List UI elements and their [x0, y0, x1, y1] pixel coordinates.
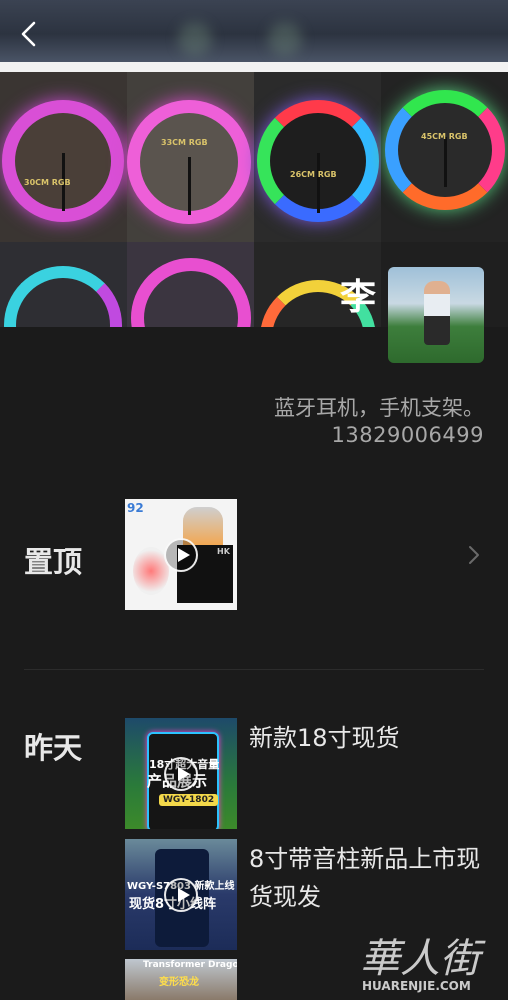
play-icon — [164, 537, 198, 572]
video-thumbnail[interactable]: Transformer Dragon 变形恐龙 — [125, 959, 237, 1000]
ring-light-image — [257, 100, 379, 222]
play-icon — [164, 877, 198, 912]
avatar[interactable] — [388, 267, 484, 363]
cover-tile — [0, 242, 127, 327]
chevron-right-icon[interactable] — [466, 544, 482, 566]
ring-light-image — [385, 90, 505, 210]
play-icon — [164, 756, 198, 791]
cover-tile: 30CM RGB — [0, 72, 127, 242]
profile-phone: 13829006499 — [331, 423, 484, 447]
ring-light-image — [127, 100, 251, 224]
ring-label: 33CM RGB — [161, 138, 208, 147]
svg-text:華人街: 華人街 — [360, 936, 486, 982]
post-title[interactable]: 新款18寸现货 — [249, 719, 489, 757]
post-title[interactable]: 8寸带音柱新品上市现货现发 — [249, 840, 489, 916]
ring-label: 30CM RGB — [24, 178, 71, 187]
cover-tile: 33CM RGB — [127, 72, 254, 242]
watermark-logo: 華人街 HUARENJIE.COM — [356, 928, 504, 996]
section-label-pinned: 置顶 — [24, 545, 83, 579]
ring-label: 26CM RGB — [290, 170, 337, 179]
top-bar — [0, 0, 508, 62]
cover-tile — [127, 242, 254, 327]
video-thumbnail[interactable]: WGY-S7803 新款上线 现货8寸小线阵 — [125, 839, 237, 950]
ring-light-image — [2, 100, 124, 222]
ring-label: 45CM RGB — [421, 132, 468, 141]
svg-text:HUARENJIE.COM: HUARENJIE.COM — [362, 979, 471, 993]
header-blur-decoration — [268, 22, 302, 56]
section-label-yesterday: 昨天 — [24, 731, 83, 765]
cover-top-strip — [0, 62, 508, 72]
back-arrow-icon[interactable] — [14, 18, 46, 50]
header-blur-decoration — [178, 22, 212, 56]
video-thumbnail[interactable]: 18寸超大音量 产品展示 WGY-1802 — [125, 718, 237, 829]
profile-name: 李 — [340, 277, 377, 318]
thumb-badge: 92 — [127, 501, 144, 515]
cover-tile: 26CM RGB — [254, 72, 381, 242]
cover-tile: 45CM RGB — [381, 72, 508, 242]
pinned-video-thumbnail[interactable]: 92 HK — [125, 499, 237, 610]
profile-bio: 蓝牙耳机，手机支架。 — [274, 396, 484, 420]
section-divider — [24, 669, 484, 670]
